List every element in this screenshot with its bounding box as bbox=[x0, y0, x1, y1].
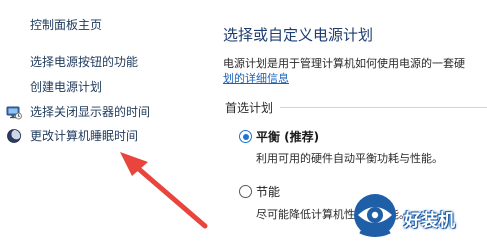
power-saver-plan-radio[interactable] bbox=[239, 185, 252, 198]
nav-power-button-function[interactable]: 选择电源按钮的功能 bbox=[30, 54, 138, 70]
power-options-window: 控制面板主页 选择电源按钮的功能 创建电源计划 选择关闭显示器的时间 更改计算机… bbox=[0, 0, 487, 243]
power-saver-plan-label[interactable]: 节能 bbox=[256, 183, 280, 200]
preferred-plans-heading: 首选计划 bbox=[225, 101, 274, 115]
balanced-plan-label[interactable]: 平衡 (推荐) bbox=[256, 128, 319, 145]
watermark-logo: 好装机 bbox=[350, 188, 487, 243]
nav-display-off-time[interactable]: 选择关闭显示器的时间 bbox=[30, 104, 150, 120]
section-divider bbox=[280, 107, 487, 108]
watermark-text: 好装机 bbox=[404, 211, 455, 231]
nav-change-sleep-time[interactable]: 更改计算机睡眠时间 bbox=[30, 128, 138, 144]
eye-logo-icon bbox=[354, 194, 396, 237]
nav-control-panel-home[interactable]: 控制面板主页 bbox=[30, 17, 102, 33]
page-description: 电源计划是用于管理计算机如何使用电源的一套硬 bbox=[223, 57, 465, 70]
monitor-icon bbox=[6, 104, 22, 120]
nav-create-power-plan[interactable]: 创建电源计划 bbox=[30, 79, 102, 95]
left-navigation: 控制面板主页 选择电源按钮的功能 创建电源计划 选择关闭显示器的时间 更改计算机… bbox=[0, 0, 200, 243]
balanced-plan-radio[interactable] bbox=[239, 130, 252, 143]
balanced-plan-description: 利用可用的硬件自动平衡功耗与性能。 bbox=[256, 152, 443, 165]
page-title: 选择或自定义电源计划 bbox=[223, 26, 374, 44]
plan-details-link[interactable]: 划的详细信息 bbox=[223, 70, 289, 86]
moon-icon bbox=[6, 128, 22, 144]
